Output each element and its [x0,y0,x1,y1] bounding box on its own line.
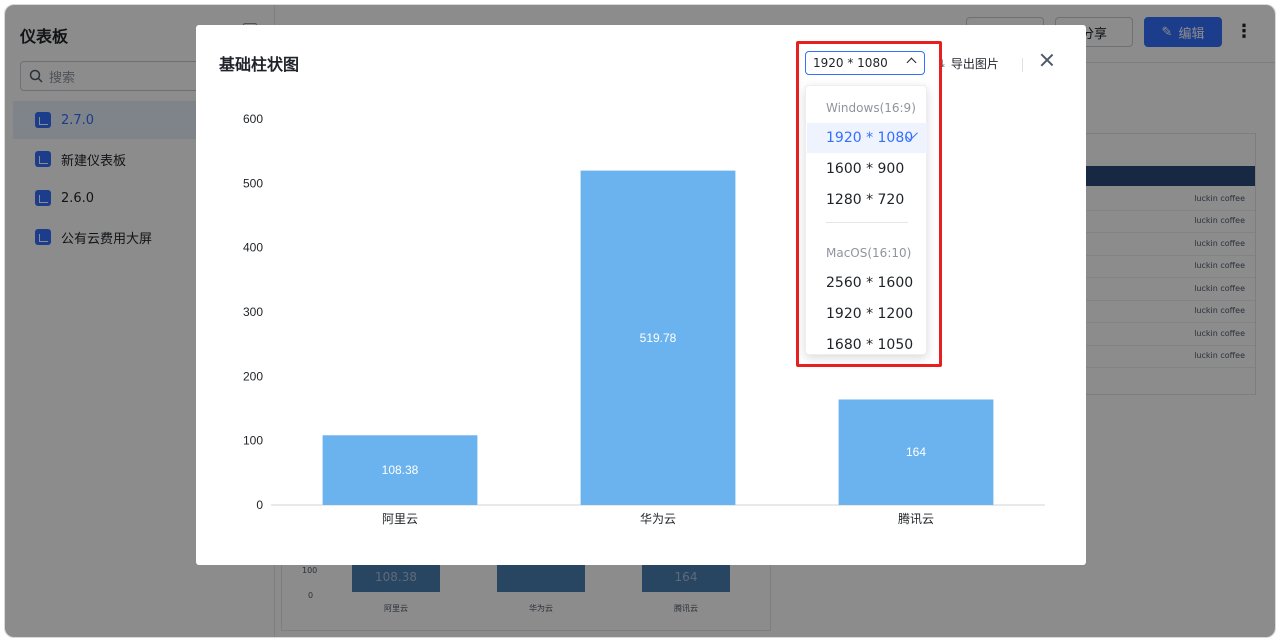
x-category-label: 腾讯云 [898,511,934,526]
bar-value-label: 108.38 [382,463,419,477]
export-image-button[interactable]: ⤓ 导出图片 [940,55,999,72]
highlight-box [796,41,942,367]
y-tick-label: 100 [243,434,263,448]
close-icon[interactable] [1038,51,1056,69]
y-tick-label: 600 [243,112,263,126]
y-tick-label: 500 [243,176,263,190]
y-tick-label: 400 [243,241,263,255]
modal-title: 基础柱状图 [219,55,300,74]
bar-value-label: 164 [906,445,926,459]
x-category-label: 华为云 [640,512,676,526]
app-window: 仪表板 搜索 2.7.0 新建仪表板 2.6.0 公有云费用大屏 分享 ✎ 编辑 [4,4,1276,638]
y-tick-label: 200 [243,369,263,383]
x-category-label: 阿里云 [382,512,418,526]
export-label: 导出图片 [950,57,999,71]
y-tick-label: 0 [256,498,263,512]
divider [1022,58,1023,72]
y-tick-label: 300 [243,305,263,319]
bar-value-label: 519.78 [640,331,677,345]
